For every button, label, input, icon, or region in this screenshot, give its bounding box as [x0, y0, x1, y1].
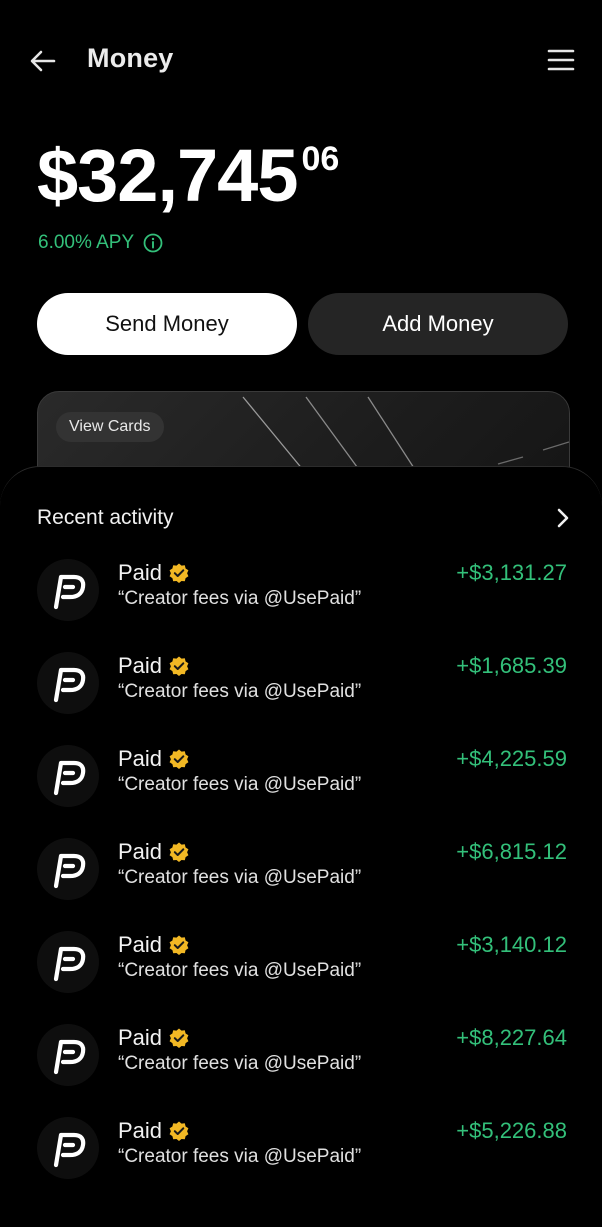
paid-logo-icon: [53, 574, 86, 610]
transaction-amount: +$1,685.39: [456, 653, 567, 678]
transaction-name: Paid: [118, 560, 163, 585]
transaction-name-row: Paid: [118, 560, 190, 586]
avatar: [37, 559, 99, 621]
verified-badge-icon: [169, 563, 189, 583]
view-cards-button[interactable]: View Cards: [56, 412, 164, 442]
avatar: [37, 745, 99, 807]
transaction-row[interactable]: Paid “Creator fees via @UsePaid” +$5,226.8…: [0, 1109, 602, 1202]
transaction-memo: “Creator fees via @UsePaid”: [118, 1146, 362, 1167]
verified-badge-icon: [169, 1121, 189, 1141]
transaction-name: Paid: [118, 932, 163, 957]
avatar: [37, 931, 99, 993]
transaction-memo: “Creator fees via @UsePaid”: [118, 774, 362, 795]
transaction-memo: “Creator fees via @UsePaid”: [118, 867, 362, 888]
back-button[interactable]: [26, 44, 60, 78]
paid-logo-icon: [53, 1039, 86, 1075]
avatar: [37, 1117, 99, 1179]
transaction-row[interactable]: Paid “Creator fees via @UsePaid” +$6,815.1…: [0, 830, 602, 923]
send-money-button[interactable]: Send Money: [37, 293, 297, 355]
transaction-name-row: Paid: [118, 653, 190, 679]
transaction-name-row: Paid: [118, 1025, 190, 1051]
transaction-name-row: Paid: [118, 839, 190, 865]
paid-logo-icon: [53, 946, 86, 982]
paid-logo-icon: [53, 853, 86, 889]
balance-cents: 06: [301, 140, 340, 178]
chevron-right-icon: [557, 508, 569, 528]
verified-badge-icon: [169, 749, 189, 769]
verified-badge-icon: [169, 656, 189, 676]
avatar: [37, 652, 99, 714]
transaction-name: Paid: [118, 653, 163, 678]
transaction-amount: +$8,227.64: [456, 1025, 567, 1050]
paid-logo-icon: [53, 667, 86, 703]
transaction-row[interactable]: Paid “Creator fees via @UsePaid” +$3,140.1…: [0, 923, 602, 1016]
transaction-name-row: Paid: [118, 932, 190, 958]
transaction-amount: +$5,226.88: [456, 1118, 567, 1143]
apy-label: 6.00% APY: [38, 232, 135, 253]
recent-activity-header[interactable]: Recent activity: [37, 503, 572, 533]
verified-badge-icon: [169, 1028, 189, 1048]
paid-logo-icon: [53, 760, 86, 796]
verified-badge-icon: [169, 842, 189, 862]
transaction-row[interactable]: Paid “Creator fees via @UsePaid” +$4,225.5…: [0, 737, 602, 830]
arrow-left-icon: [30, 50, 56, 72]
transaction-name-row: Paid: [118, 1118, 190, 1144]
balance-amount: $32,745: [37, 134, 298, 217]
avatar: [37, 838, 99, 900]
transaction-row[interactable]: Paid “Creator fees via @UsePaid” +$3,131.2…: [0, 551, 602, 644]
verified-badge-icon: [169, 935, 189, 955]
transaction-row[interactable]: Paid “Creator fees via @UsePaid” +$1,685.3…: [0, 644, 602, 737]
apy-info-button[interactable]: [142, 232, 164, 254]
transaction-amount: +$6,815.12: [456, 839, 567, 864]
balance-display: $32,745 06: [37, 128, 339, 224]
info-icon: [143, 233, 163, 253]
transaction-memo: “Creator fees via @UsePaid”: [118, 588, 362, 609]
paid-logo-icon: [53, 1132, 86, 1168]
transaction-name-row: Paid: [118, 746, 190, 772]
transaction-row[interactable]: Paid “Creator fees via @UsePaid” +$8,227.6…: [0, 1016, 602, 1109]
transaction-name: Paid: [118, 1118, 163, 1143]
transaction-amount: +$4,225.59: [456, 746, 567, 771]
transaction-list: Paid “Creator fees via @UsePaid” +$3,131.2…: [0, 551, 602, 1202]
add-money-button[interactable]: Add Money: [308, 293, 568, 355]
hamburger-menu-icon: [547, 49, 575, 71]
transaction-memo: “Creator fees via @UsePaid”: [118, 960, 362, 981]
page-title: Money: [87, 43, 174, 73]
recent-activity-title: Recent activity: [37, 506, 174, 529]
transaction-memo: “Creator fees via @UsePaid”: [118, 1053, 362, 1074]
transaction-amount: +$3,131.27: [456, 560, 567, 585]
transaction-name: Paid: [118, 1025, 163, 1050]
avatar: [37, 1024, 99, 1086]
transaction-amount: +$3,140.12: [456, 932, 567, 957]
recent-activity-sheet: Recent activity Paid “Creator fees via @U…: [0, 466, 602, 1227]
menu-button[interactable]: [547, 46, 575, 74]
apy-row: 6.00% APY: [38, 232, 164, 254]
transaction-memo: “Creator fees via @UsePaid”: [118, 681, 362, 702]
top-bar: Money: [0, 0, 602, 120]
transaction-name: Paid: [118, 839, 163, 864]
transaction-name: Paid: [118, 746, 163, 771]
